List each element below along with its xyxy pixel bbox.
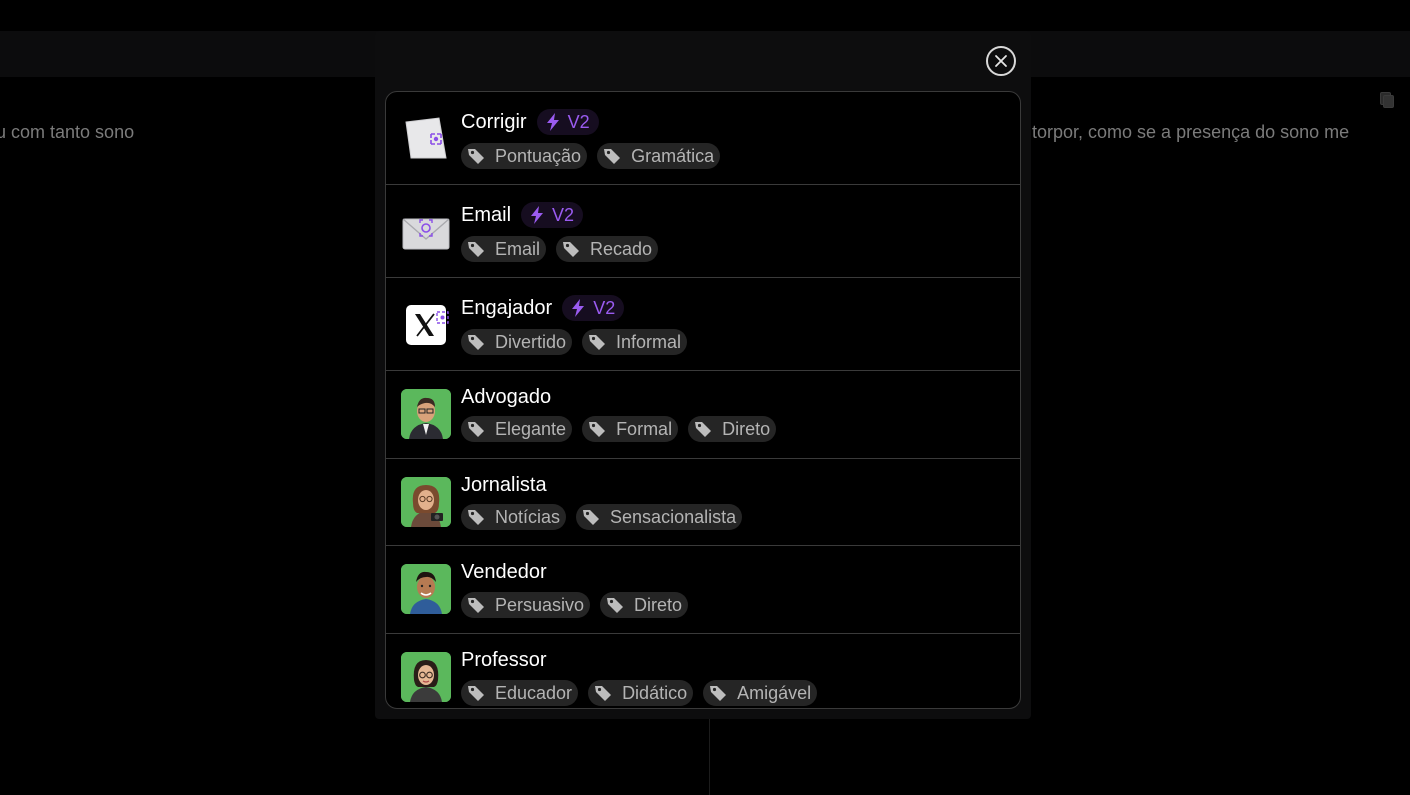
tag-label: Sensacionalista bbox=[610, 506, 737, 527]
v2-badge: V2 bbox=[536, 109, 599, 135]
tag: Informal bbox=[582, 329, 688, 355]
tag-icon bbox=[468, 686, 484, 701]
seller-avatar bbox=[401, 564, 451, 614]
style-item-corrigir[interactable]: Corrigir V2 Pontuação Gramática bbox=[386, 92, 1020, 185]
tag: Email bbox=[461, 236, 547, 262]
tag: Notícias bbox=[461, 504, 567, 530]
tag-label: Notícias bbox=[495, 506, 561, 527]
style-name: Advogado bbox=[461, 386, 552, 408]
paper-note-icon bbox=[401, 114, 451, 164]
tag: Amigável bbox=[703, 680, 818, 706]
lightning-icon bbox=[531, 206, 544, 224]
copy-icon[interactable] bbox=[1380, 92, 1394, 108]
tag-icon bbox=[589, 335, 606, 350]
tag: Elegante bbox=[461, 416, 573, 442]
tag-label: Formal bbox=[616, 418, 673, 439]
style-name: Engajador bbox=[461, 296, 553, 319]
tag-icon bbox=[468, 422, 484, 437]
lawyer-avatar bbox=[401, 389, 451, 439]
v2-badge: V2 bbox=[562, 295, 625, 321]
tag-label: Recado bbox=[590, 238, 653, 259]
tag-icon bbox=[468, 510, 484, 525]
teacher-avatar bbox=[401, 652, 451, 702]
tag-icon bbox=[563, 242, 580, 257]
journalist-avatar bbox=[401, 477, 451, 527]
style-item-engajador[interactable]: Engajador V2 Divertido Informal bbox=[386, 278, 1020, 371]
style-name: Corrigir bbox=[461, 110, 527, 133]
tag-label: Email bbox=[495, 238, 541, 259]
tag-label: Didático bbox=[622, 682, 688, 703]
tag-label: Gramática bbox=[631, 145, 715, 166]
style-item-vendedor[interactable]: Vendedor Persuasivo Direto bbox=[386, 546, 1020, 634]
style-item-email[interactable]: Email V2 Email Recado bbox=[386, 185, 1020, 278]
tag: Direto bbox=[600, 592, 689, 618]
tag: Divertido bbox=[461, 329, 573, 355]
tag-label: Informal bbox=[616, 331, 682, 352]
tag-label: Divertido bbox=[495, 331, 567, 352]
tag-label: Elegante bbox=[495, 418, 567, 439]
lightning-icon bbox=[572, 299, 585, 317]
tag-label: Educador bbox=[495, 682, 573, 703]
tag-icon bbox=[468, 335, 484, 350]
style-name: Email bbox=[461, 203, 512, 226]
tag-icon bbox=[468, 598, 484, 613]
v2-badge: V2 bbox=[521, 202, 584, 228]
style-item-professor[interactable]: Professor Educador Didático Amigável bbox=[386, 634, 1020, 708]
tag: Persuasivo bbox=[461, 592, 591, 618]
style-name: Professor bbox=[461, 649, 547, 671]
tag: Direto bbox=[688, 416, 777, 442]
badge-label: V2 bbox=[552, 204, 575, 225]
x-logo-icon bbox=[401, 300, 451, 350]
tag: Formal bbox=[582, 416, 679, 442]
tag-label: Persuasivo bbox=[495, 594, 585, 615]
style-item-jornalista[interactable]: Jornalista Notícias Sensacionalista bbox=[386, 459, 1020, 546]
tag: Gramática bbox=[597, 143, 721, 169]
lightning-icon bbox=[546, 113, 559, 131]
editor-text-left: u com tanto sono bbox=[0, 122, 135, 142]
tag-icon bbox=[468, 149, 484, 164]
tag-icon bbox=[583, 510, 600, 525]
tag-icon bbox=[607, 598, 624, 613]
tag-icon bbox=[604, 149, 621, 164]
style-item-advogado[interactable]: Advogado Elegante Formal Direto bbox=[386, 371, 1020, 459]
close-icon bbox=[995, 55, 1007, 67]
close-button[interactable] bbox=[986, 46, 1016, 76]
envelope-icon bbox=[401, 207, 451, 257]
tag-label: Pontuação bbox=[495, 145, 582, 166]
badge-label: V2 bbox=[593, 297, 616, 318]
tag-icon bbox=[595, 686, 612, 701]
tag: Pontuação bbox=[461, 143, 588, 169]
tag-label: Direto bbox=[634, 594, 683, 615]
tag: Didático bbox=[588, 680, 694, 706]
tag: Sensacionalista bbox=[576, 504, 743, 530]
tag-label: Amigável bbox=[737, 682, 812, 703]
tag-label: Direto bbox=[722, 418, 771, 439]
style-picker-modal: Corrigir V2 Pontuação Gramática Email V2… bbox=[375, 31, 1031, 719]
style-name: Jornalista bbox=[461, 474, 547, 496]
tag-icon bbox=[468, 242, 484, 257]
tag-icon bbox=[695, 422, 712, 437]
style-name: Vendedor bbox=[461, 561, 547, 583]
badge-label: V2 bbox=[567, 111, 590, 132]
editor-text-right: torpor, como se a presença do sono me bbox=[1032, 122, 1350, 142]
tag: Educador bbox=[461, 680, 579, 706]
style-list: Corrigir V2 Pontuação Gramática Email V2… bbox=[385, 91, 1021, 709]
tag: Recado bbox=[556, 236, 659, 262]
tag-icon bbox=[589, 422, 606, 437]
tag-icon bbox=[710, 686, 727, 701]
